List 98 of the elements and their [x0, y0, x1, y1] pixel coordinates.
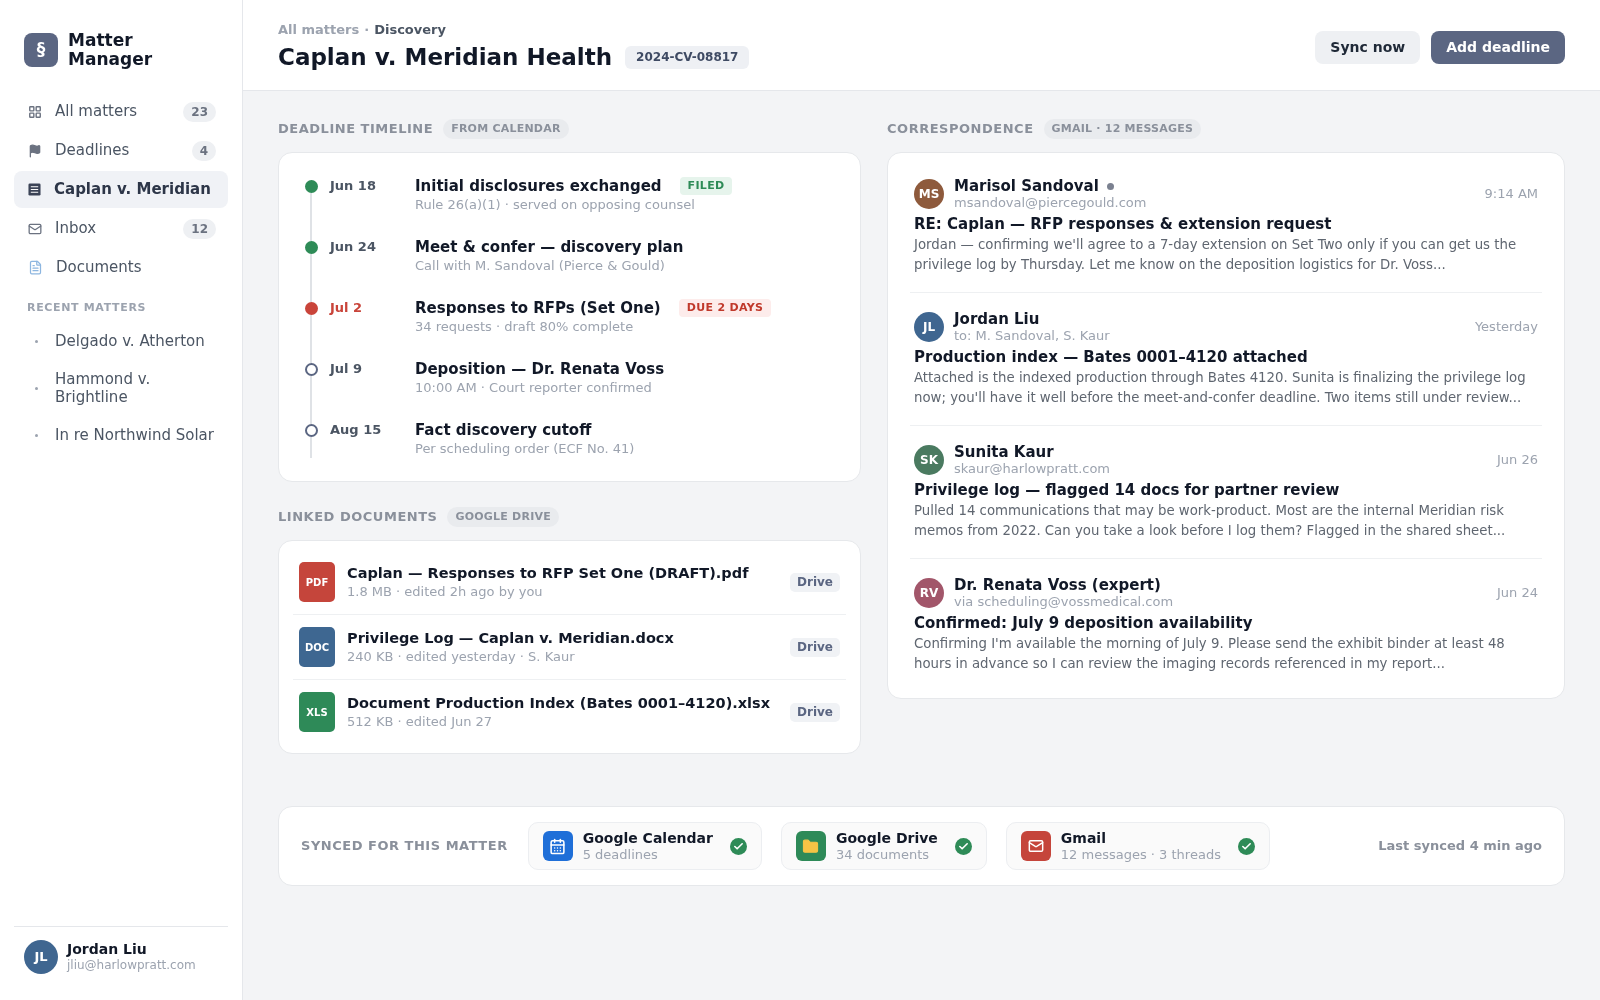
deadline-title: Deposition — Dr. Renata Voss [415, 359, 665, 379]
message-time: 9:14 AM [1484, 185, 1538, 204]
deadline-detail: Rule 26(a)(1) · served on opposing counsel [415, 196, 696, 214]
deadline-detail: Per scheduling order (ECF No. 41) [415, 440, 635, 458]
deadline-date: Jul 2 [330, 299, 364, 317]
file-type-tile: DOC [299, 627, 335, 667]
sender-address: to: M. Sandoval, S. Kaur [954, 328, 1110, 344]
sender-avatar: MS [914, 179, 944, 209]
message-preview: Jordan — confirming we'll agree to a 7-day extension on Set Two only if you can get us the privilege log by Thursday. Let me know on the deposition logistics for Dr. Voss... [914, 236, 1518, 274]
item-count: 4 [191, 140, 216, 161]
case-number: 2024-CV-08817 [625, 45, 750, 69]
message-time: Jun 26 [1497, 451, 1538, 470]
status-tag: FILED [679, 177, 733, 195]
message-preview: Confirming I'm available the morning of July 9. Please send the exhibit binder at least 48 hours in advance so I can review the imaging records referenced in my report... [914, 635, 1506, 673]
sender-address: msandoval@piercegould.com [954, 195, 1147, 211]
document-icon [28, 260, 43, 275]
sender-name: Jordan Liu [954, 310, 1040, 328]
user-avatar: JL [24, 940, 58, 974]
user-name: Jordan Liu [67, 941, 148, 958]
message-subject: Production index — Bates 0001–4120 attached [914, 347, 1309, 368]
source-pill: GOOGLE DRIVE [447, 507, 559, 527]
source-tag: Drive [790, 637, 840, 657]
message-subject: Privilege log — flagged 14 docs for partner review [914, 480, 1341, 501]
document-meta: 240 KB · edited yesterday · S. Kaur [347, 648, 576, 666]
source-tag: Drive [790, 702, 840, 722]
bullet-icon [35, 386, 38, 390]
source-pill: GMAIL · 12 MESSAGES [1043, 119, 1202, 139]
app-title: Matter Manager [68, 31, 154, 69]
sender-avatar: SK [914, 445, 944, 475]
message-subject: Confirmed: July 9 deposition availability [914, 613, 1254, 634]
service-detail: 34 documents [835, 847, 930, 863]
deadline-title: Fact discovery cutoff [415, 420, 592, 440]
sender-name: Marisol Sandoval [954, 177, 1099, 195]
message-time: Yesterday [1474, 318, 1538, 337]
page-title: Caplan v. Meridian Health [278, 43, 613, 72]
sync-button[interactable]: Sync now [1315, 30, 1421, 64]
message-subject: RE: Caplan — RFP responses & extension request [914, 214, 1333, 235]
breadcrumb-separator: · [364, 22, 370, 38]
document-name[interactable]: Document Production Index (Bates 0001–4120).xlsx [347, 693, 783, 713]
deadline-date: Jul 9 [330, 360, 364, 378]
document-name[interactable]: Privilege Log — Caplan v. Meridian.docx [347, 628, 783, 648]
bullet-icon [35, 433, 38, 437]
breadcrumb-link[interactable]: Discovery [374, 22, 446, 38]
item-count: 23 [183, 101, 216, 122]
user-email: jliu@harlowpratt.com [67, 958, 196, 973]
deadline-date: Jun 18 [330, 177, 377, 195]
source-tag: Drive [790, 572, 840, 592]
lined-square-icon [28, 183, 41, 196]
document-name[interactable]: Caplan — Responses to RFP Set One (DRAFT).pdf [347, 563, 783, 583]
section-heading: CORRESPONDENCE [887, 121, 1034, 137]
service-name: Google Drive [835, 829, 938, 847]
deadline-detail: 34 requests · draft 80% complete [415, 318, 635, 336]
message-preview: Attached is the indexed production through Bates 4120. Sunita is finalizing the privilege log now; you'll have it well before the meet-and-confer deadline. Two items still under review... [914, 369, 1527, 407]
deadline-title: Responses to RFPs (Set One) [415, 298, 661, 318]
deadline-title: Initial disclosures exchanged [415, 176, 662, 196]
item-count: 12 [183, 218, 216, 239]
file-type-tile: PDF [299, 562, 335, 602]
recent-matter-item[interactable]: Delgado v. Atherton [14, 322, 228, 360]
sender-name: Dr. Renata Voss (expert) [954, 576, 1161, 594]
document-meta: 1.8 MB · edited 2h ago by you [347, 583, 544, 601]
message-preview: Pulled 14 communications that may be work-product. Most are the internal Meridian risk memos from 2022. Can you take a look before I log them? Flagged in the shared sheet... [914, 502, 1507, 540]
deadline-detail: 10:00 AM · Court reporter confirmed [415, 379, 653, 397]
section-heading: RECENT MATTERS [26, 301, 148, 315]
nav-item[interactable]: All matters 23 [14, 93, 228, 130]
source-pill: FROM CALENDAR [443, 119, 569, 139]
mail-icon [28, 221, 42, 236]
message-time: Jun 24 [1497, 584, 1538, 603]
section-heading: LINKED DOCUMENTS [278, 509, 438, 525]
file-type-tile: XLS [299, 692, 335, 732]
sender-name: Sunita Kaur [954, 443, 1054, 461]
grid-icon [28, 104, 42, 119]
deadline-date: Jun 24 [330, 238, 377, 256]
sender-avatar: RV [914, 578, 944, 608]
service-detail: 12 messages · 3 threads [1060, 847, 1221, 863]
nav-item[interactable]: Deadlines 4 [14, 132, 228, 169]
nav-item[interactable]: Documents [14, 249, 228, 286]
bullet-icon [35, 339, 38, 343]
add-deadline-button[interactable]: Add deadline [1431, 30, 1565, 64]
last-synced: Last synced 4 min ago [1378, 837, 1542, 856]
deadline-detail: Call with M. Sandoval (Pierce & Gould) [415, 257, 666, 275]
service-name: Google Calendar [582, 829, 713, 847]
nav-item[interactable]: Caplan v. Meridian [14, 171, 228, 208]
deadline-title: Meet & confer — discovery plan [415, 237, 684, 257]
section-heading: DEADLINE TIMELINE [278, 121, 434, 137]
recent-matter-item[interactable]: Hammond v. Brightline [14, 360, 228, 416]
sender-address: skaur@harlowpratt.com [954, 461, 1111, 477]
logo-mark: § [24, 33, 58, 67]
status-tag: DUE 2 DAYS [678, 299, 772, 317]
sender-avatar: JL [914, 312, 944, 342]
document-meta: 512 KB · edited Jun 27 [347, 713, 494, 731]
nav-item[interactable]: Inbox 12 [14, 210, 228, 247]
deadline-date: Aug 15 [330, 421, 383, 439]
sender-address: via scheduling@vossmedical.com [954, 594, 1174, 610]
service-name: Gmail [1060, 829, 1107, 847]
recent-matter-item[interactable]: In re Northwind Solar [14, 416, 228, 454]
sync-label: SYNCED FOR THIS MATTER [301, 837, 508, 856]
flag-icon [28, 143, 42, 158]
service-detail: 5 deadlines [582, 847, 659, 863]
